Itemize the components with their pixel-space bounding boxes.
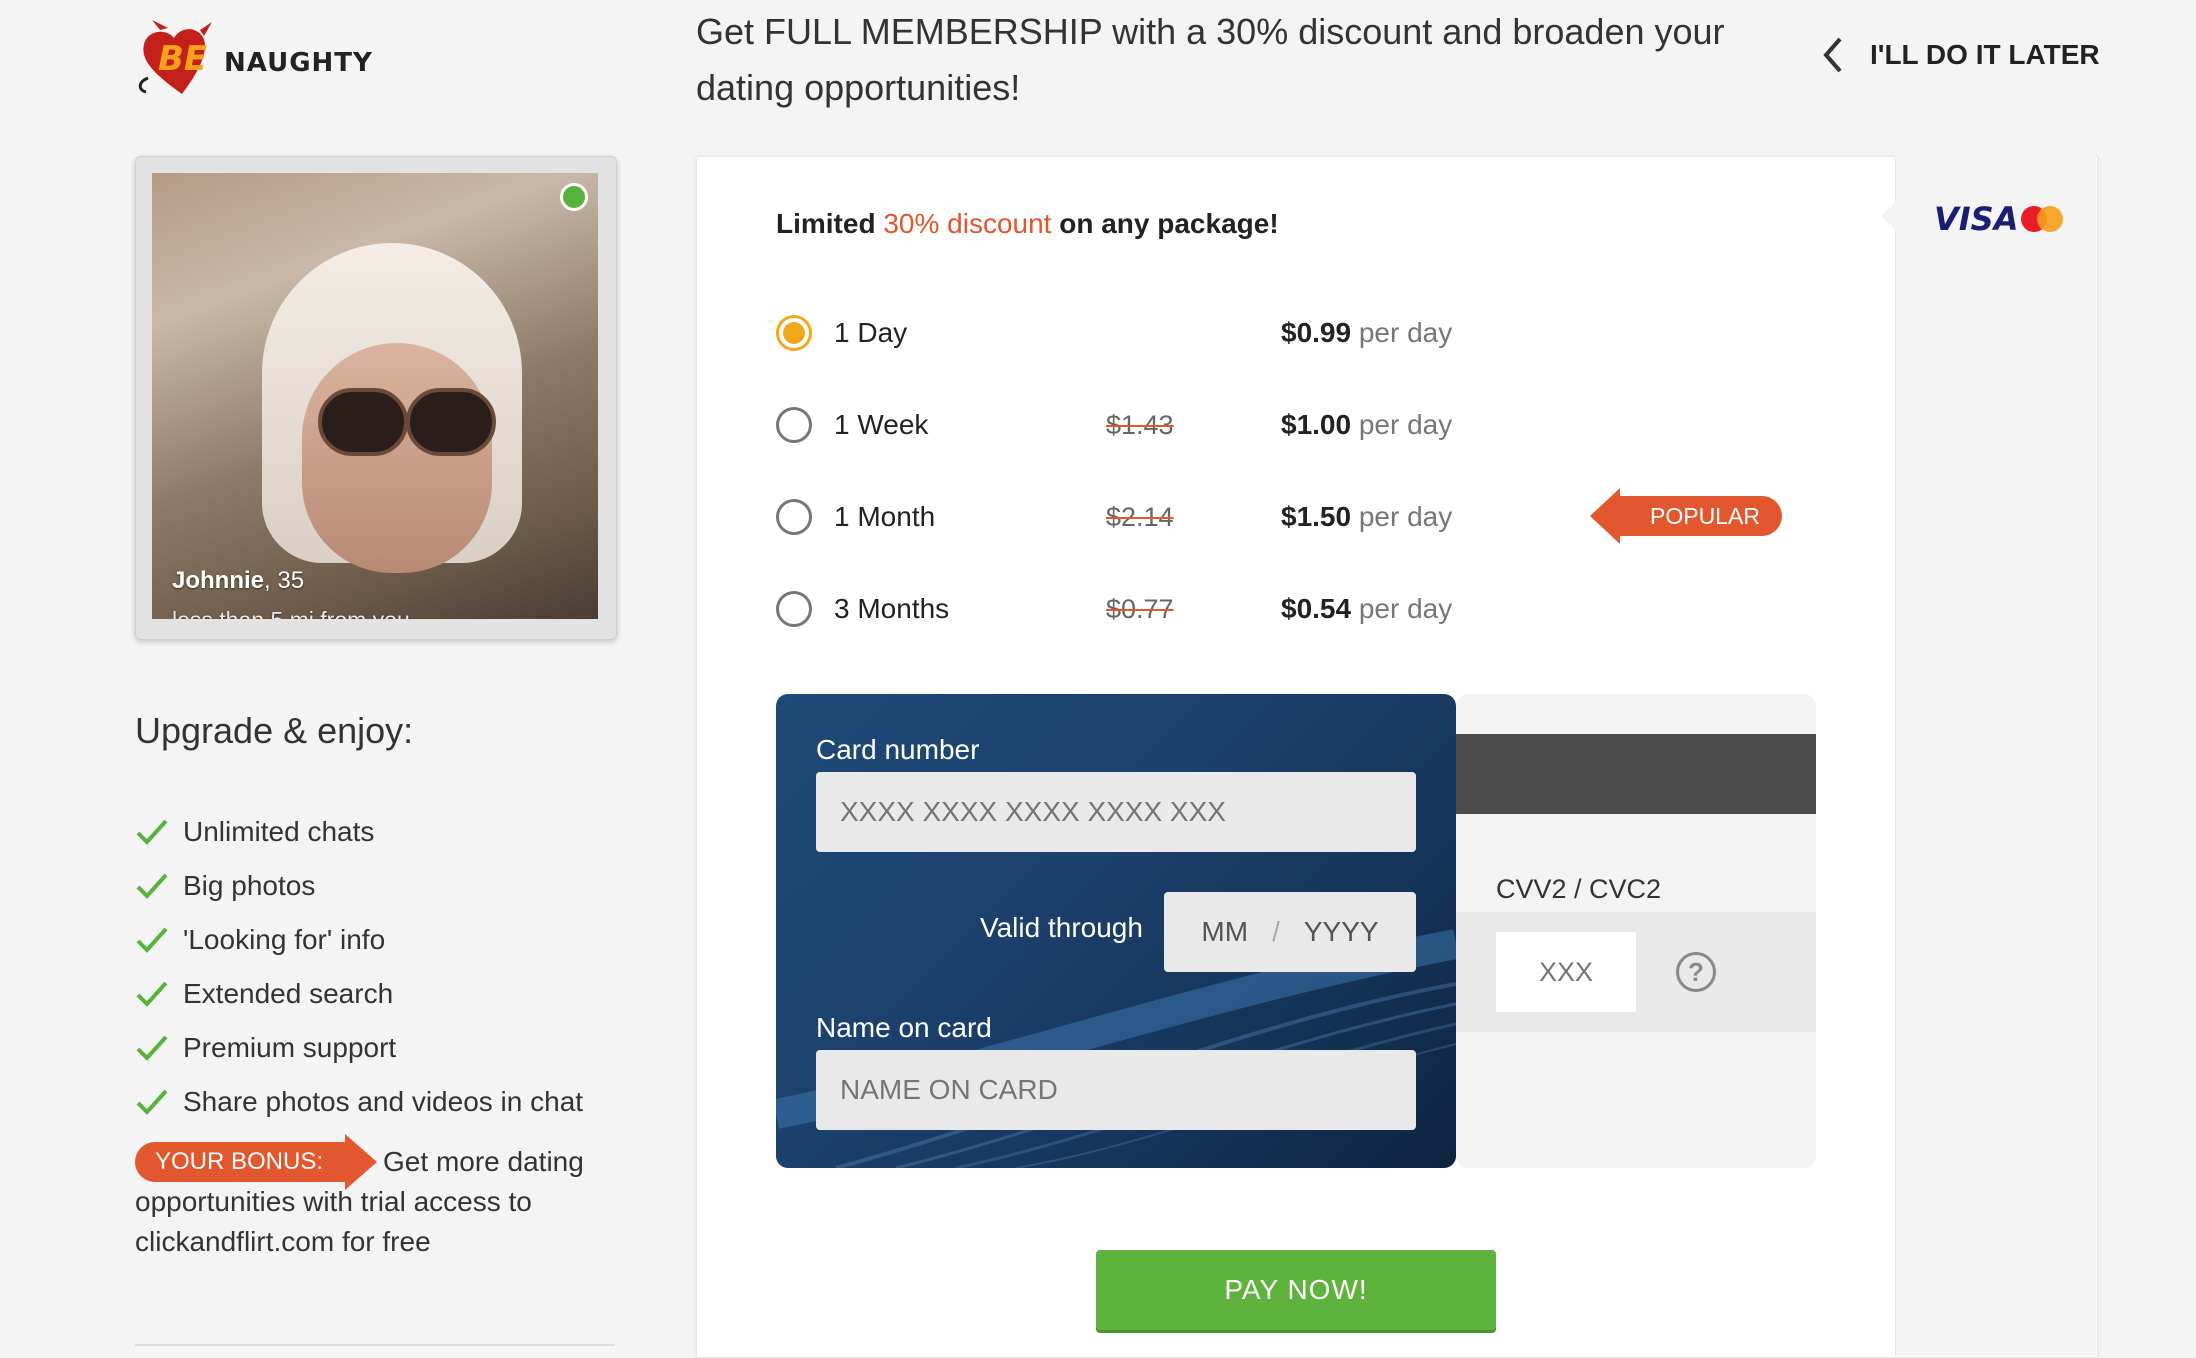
benefit-label: Share photos and videos in chat xyxy=(183,1086,584,1117)
visa-logo[interactable]: VISA xyxy=(1934,200,2018,238)
valid-through-label: Valid through xyxy=(980,912,1143,943)
profile-photo: Johnnie, 35 less than 5 mi from you xyxy=(152,173,598,619)
logo-text: NAUGHTY xyxy=(224,48,373,78)
offer-highlight: 30% discount xyxy=(883,208,1052,239)
chevron-left-icon xyxy=(1823,37,1842,73)
cvv-input[interactable] xyxy=(1496,932,1636,1012)
benefit-item: Unlimited chats xyxy=(135,805,583,859)
page-headline: Get FULL MEMBERSHIP with a 30% discount … xyxy=(696,11,1725,108)
plan-radio[interactable] xyxy=(776,499,812,535)
benefits-list: Unlimited chats Big photos 'Looking for'… xyxy=(135,805,583,1129)
discount-offer: Limited 30% discount on any package! xyxy=(776,208,1279,240)
plan-label: 1 Month xyxy=(834,501,936,532)
plan-price: $0.54 per day xyxy=(1281,593,1452,625)
bonus-info: YOUR BONUS: Get more dating opportunities… xyxy=(135,1134,615,1262)
benefit-item: 'Looking for' info xyxy=(135,913,583,967)
selected-method-notch xyxy=(1881,200,1897,232)
benefit-label: Premium support xyxy=(183,1032,397,1063)
profile-distance: less than 5 mi from you xyxy=(172,607,410,619)
card-front: Card number Valid through MM / YYYY Name… xyxy=(776,694,1456,1168)
plan-old-price: $1.43 xyxy=(1106,409,1174,440)
benefit-item: Extended search xyxy=(135,967,583,1021)
devil-heart-icon: BE xyxy=(138,20,212,94)
expiry-year[interactable]: YYYY xyxy=(1304,916,1379,948)
plan-radio[interactable] xyxy=(776,407,812,443)
plan-old-price: $0.77 xyxy=(1106,593,1174,624)
check-icon xyxy=(136,1035,168,1061)
pay-now-button[interactable]: PAY NOW! xyxy=(1096,1250,1496,1330)
do-it-later-label: I'LL DO IT LATER xyxy=(1870,39,2100,70)
profile-age: , 35 xyxy=(264,567,305,594)
plan-price-value: $1.00 xyxy=(1281,409,1352,440)
profile-name: Johnnie xyxy=(172,567,265,594)
card-number-input[interactable] xyxy=(816,772,1416,852)
benefit-item: Share photos and videos in chat xyxy=(135,1075,583,1129)
do-it-later-link[interactable]: I'LL DO IT LATER xyxy=(1822,36,2100,74)
profile-card[interactable]: Johnnie, 35 less than 5 mi from you xyxy=(135,156,617,640)
popular-badge: POPULAR xyxy=(1590,488,1782,544)
offer-prefix: Limited xyxy=(776,208,884,239)
plan-price: $1.00 per day xyxy=(1281,409,1452,441)
plan-price-unit: per day xyxy=(1358,317,1453,348)
plan-price: $0.99 per day xyxy=(1281,317,1452,349)
offer-suffix: on any package! xyxy=(1051,208,1279,239)
expiry-month[interactable]: MM xyxy=(1201,916,1248,948)
plan-label: 1 Day xyxy=(834,317,908,348)
mastercard-icon[interactable] xyxy=(2018,204,2066,234)
magnetic-stripe xyxy=(1456,734,1816,814)
check-icon xyxy=(136,927,168,953)
divider xyxy=(135,1344,615,1346)
check-icon xyxy=(136,1089,168,1115)
plan-price-value: $1.50 xyxy=(1281,501,1352,532)
plan-price-unit: per day xyxy=(1358,593,1453,624)
logo[interactable]: BE NAUGHTY xyxy=(134,20,372,100)
benefit-label: 'Looking for' info xyxy=(183,924,386,955)
benefit-item: Premium support xyxy=(135,1021,583,1075)
help-icon[interactable]: ? xyxy=(1676,952,1716,992)
plan-price-unit: per day xyxy=(1358,501,1453,532)
plan-price-value: $0.99 xyxy=(1281,317,1352,348)
benefit-label: Big photos xyxy=(183,870,316,901)
benefit-label: Extended search xyxy=(183,978,394,1009)
benefit-item: Big photos xyxy=(135,859,583,913)
svg-text:BE: BE xyxy=(158,39,207,79)
check-icon xyxy=(136,873,168,899)
plan-label: 1 Week xyxy=(834,409,929,440)
plan-option-1-week[interactable]: 1 Week $1.43 $1.00 per day xyxy=(776,400,1776,450)
check-icon xyxy=(136,981,168,1007)
plan-old-price: $2.14 xyxy=(1106,501,1174,532)
payment-methods-pane xyxy=(1895,156,2096,1356)
plan-price-unit: per day xyxy=(1358,409,1453,440)
expiry-separator: / xyxy=(1272,916,1280,947)
benefit-label: Unlimited chats xyxy=(183,816,375,847)
benefits-title: Upgrade & enjoy: xyxy=(135,710,414,751)
plan-option-1-day[interactable]: 1 Day $0.99 per day xyxy=(776,308,1776,358)
plan-price: $1.50 per day xyxy=(1281,501,1452,533)
plan-radio[interactable] xyxy=(776,315,812,351)
name-on-card-input[interactable] xyxy=(816,1050,1416,1130)
bonus-tag: YOUR BONUS: xyxy=(135,1134,378,1190)
card-number-label: Card number xyxy=(816,734,980,765)
name-on-card-label: Name on card xyxy=(816,1012,992,1043)
cvv-label: CVV2 / CVC2 xyxy=(1496,874,1662,904)
profile-name-age: Johnnie, 35 xyxy=(172,567,304,595)
plan-label: 3 Months xyxy=(834,593,950,624)
plan-option-3-months[interactable]: 3 Months $0.77 $0.54 per day xyxy=(776,584,1776,634)
check-icon xyxy=(136,819,168,845)
online-indicator xyxy=(560,183,588,211)
expiry-field[interactable]: MM / YYYY xyxy=(1164,892,1416,972)
plan-radio[interactable] xyxy=(776,591,812,627)
plan-price-value: $0.54 xyxy=(1281,593,1352,624)
